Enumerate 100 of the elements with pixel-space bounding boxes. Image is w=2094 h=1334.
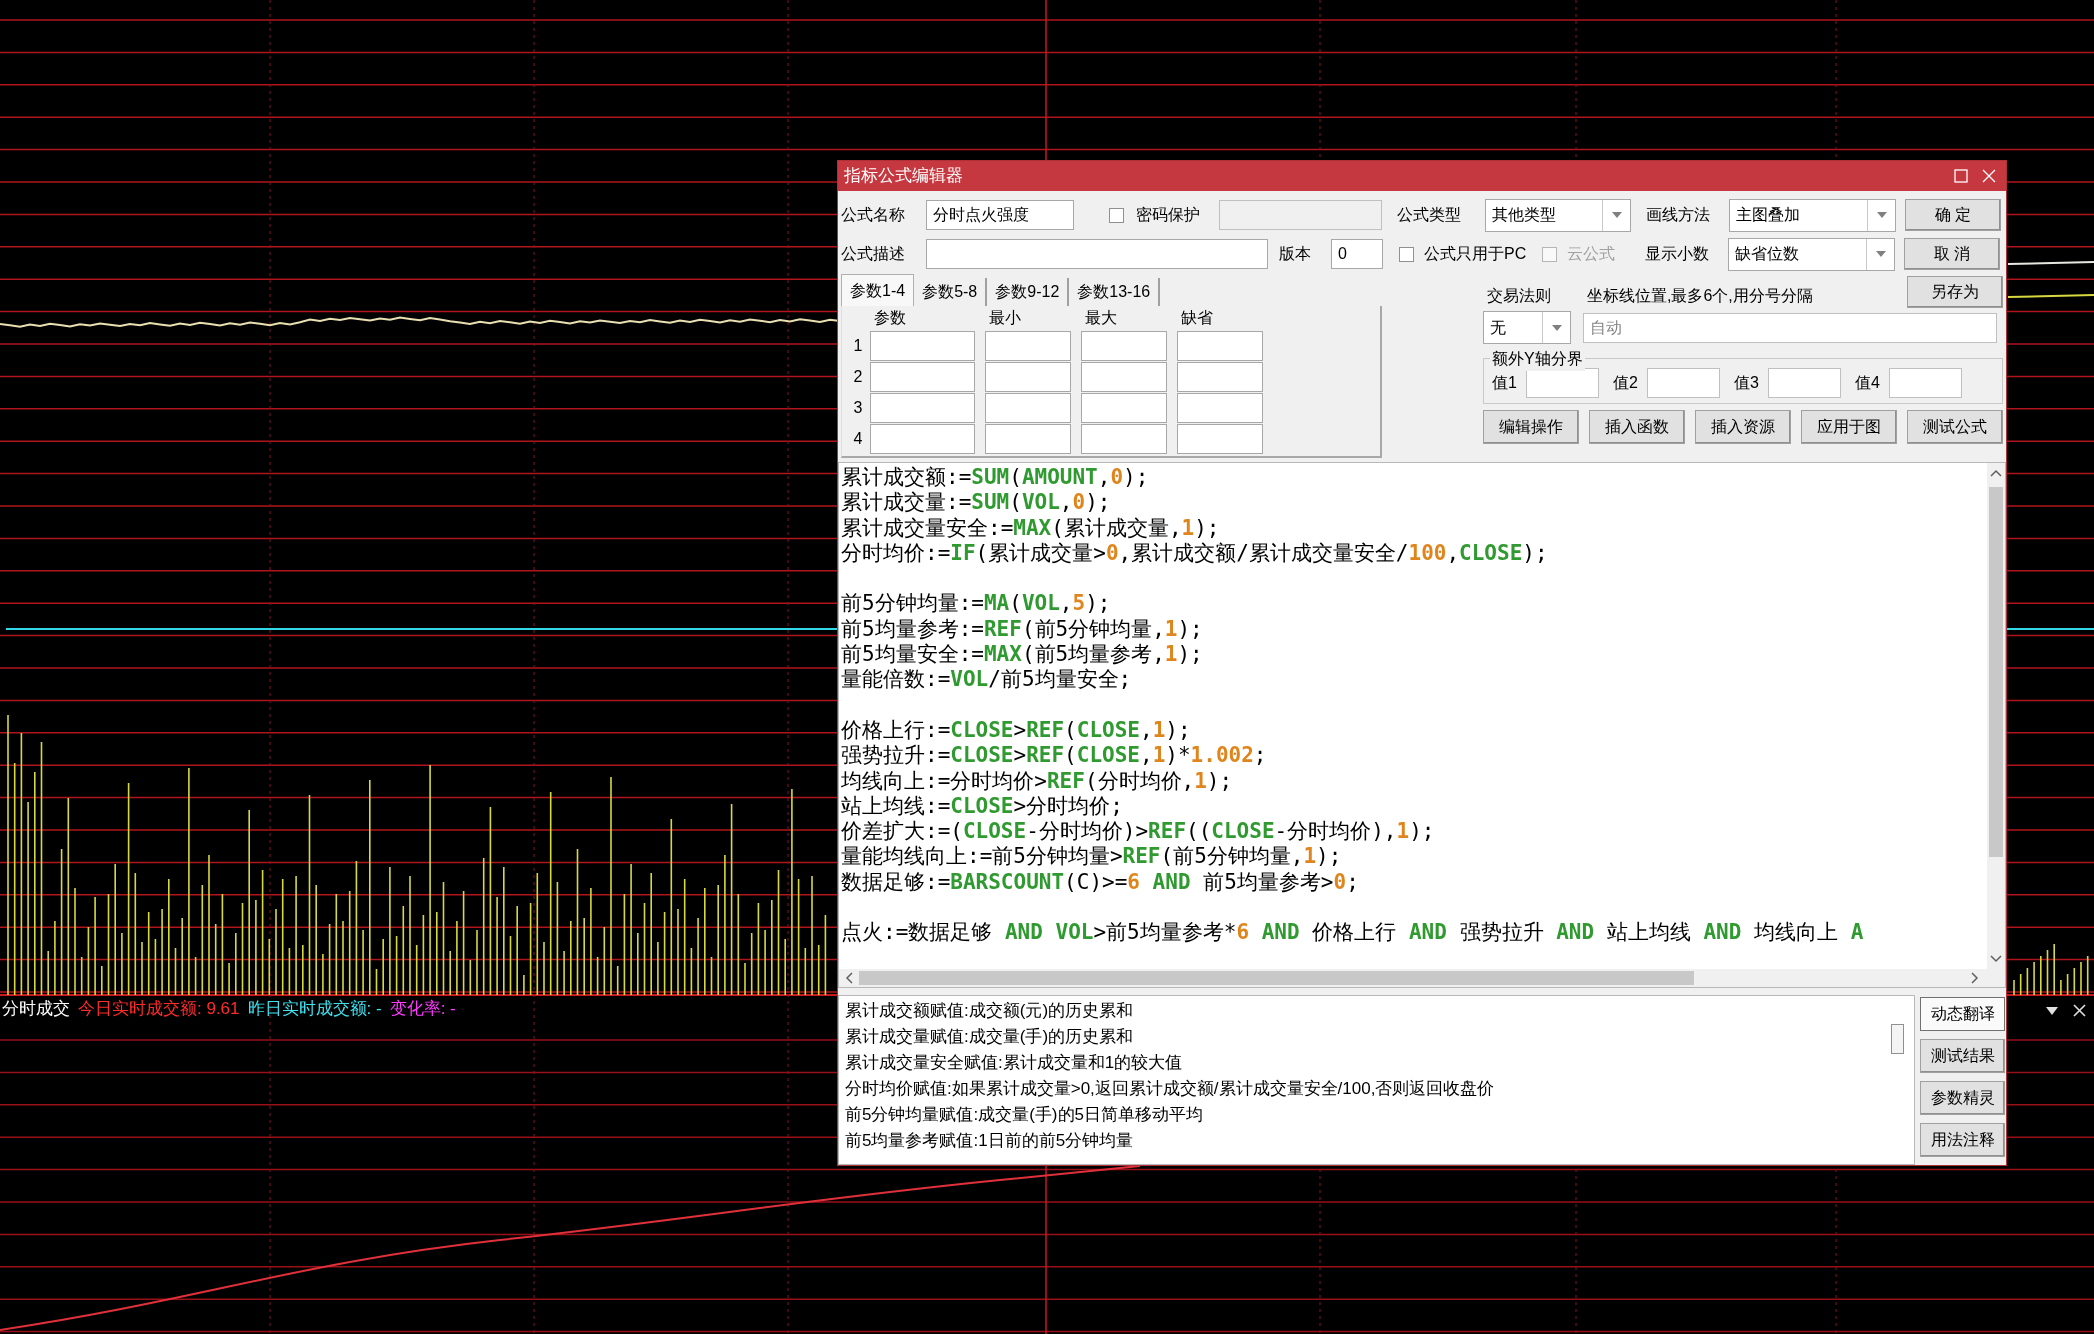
scroll-right-icon[interactable] [1971,972,1979,984]
param-input[interactable] [1081,423,1167,454]
save-as-button[interactable]: 另存为 [1907,276,2003,308]
scrollbar-thumb[interactable] [1891,1024,1904,1054]
scrollbar-thumb[interactable] [859,971,1694,985]
param-input[interactable] [985,361,1071,392]
field-label: 公式只用于PC [1424,244,1528,264]
trade-rule-dropdown[interactable]: 无 [1483,311,1571,344]
formula-type-dropdown[interactable]: 其他类型 [1485,198,1631,232]
field-label: 公式名称 [841,205,906,225]
code-line: 累计成交量安全:=MAX(累计成交量,1); [841,515,1221,541]
code-line: 量能均线向上:=前5分钟均量>REF(前5分钟均量,1); [841,844,1343,870]
caret-icon [1551,324,1562,331]
output-mode-button[interactable]: 参数精灵 [1920,1081,2005,1115]
param-input[interactable] [1177,361,1263,392]
param-input[interactable] [870,330,975,361]
param-input[interactable] [870,392,975,423]
row-number: 4 [852,428,864,449]
action-button[interactable]: 插入资源 [1695,410,1791,444]
field-label: 显示小数 [1645,244,1710,264]
action-button[interactable]: 应用于图 [1801,410,1897,444]
code-line: 点火:=数据足够 AND VOL>前5均量参考*6 AND 价格上行 AND 强势拉升 AND 站上均线 AND 均线向上 A [841,920,1865,946]
column-header: 最大 [1085,309,1117,326]
code-line: 累计成交量:=SUM(VOL,0); [841,490,1112,516]
legend-text: 变化率: - [389,998,456,1020]
description-field[interactable] [926,239,1268,269]
scroll-left-icon[interactable] [845,972,853,984]
caret-icon [1876,212,1887,218]
scrollbar-thumb[interactable] [1989,487,2003,857]
param-input[interactable] [1177,392,1263,423]
draw-method-dropdown[interactable]: 主图叠加 [1729,198,1896,232]
dropdown-value: 缺省位数 [1734,244,1800,264]
param-input[interactable] [985,392,1071,423]
axis-lines-field[interactable]: 自动 [1583,312,1997,343]
value-field[interactable] [1526,368,1599,398]
legend-text: 分时成交 [2,998,70,1020]
param-input[interactable] [1081,330,1167,361]
maximize-icon[interactable] [1954,169,1968,183]
field-label: 版本 [1279,244,1312,264]
dropdown-value: 其他类型 [1491,205,1557,225]
password-field[interactable] [1219,200,1382,230]
vertical-scrollbar[interactable] [1987,463,2005,969]
close-icon[interactable] [2073,1004,2086,1017]
dropdown-arrow-icon[interactable] [2046,1007,2058,1015]
field-label: 值3 [1734,373,1760,393]
checkbox[interactable] [1399,246,1414,262]
formula-name-field[interactable]: 分时点火强度 [926,200,1074,230]
action-button[interactable]: 插入函数 [1589,410,1685,444]
dropdown-value: 无 [1489,317,1507,338]
dropdown-value: 主图叠加 [1735,205,1801,225]
code-line: 前5分钟均量:=MA(VOL,5); [841,591,1112,617]
field-label: 画线方法 [1646,205,1711,225]
cancel-button[interactable]: 取 消 [1904,238,2000,270]
code-editor[interactable] [838,462,2006,988]
field-label: 值1 [1492,373,1518,393]
code-line: 价格上行:=CLOSE>REF(CLOSE,1); [841,717,1192,744]
param-input[interactable] [1081,361,1167,392]
caret-icon [1611,212,1622,218]
value-field[interactable] [1889,368,1962,398]
code-line: 前5均量参考:=REF(前5分钟均量,1); [841,616,1204,643]
scroll-up-icon[interactable] [1990,469,2002,477]
code-line: 量能倍数:=VOL/前5均量安全; [841,667,1133,693]
output-mode-button[interactable]: 用法注释 [1920,1123,2005,1157]
param-input[interactable] [1177,423,1263,454]
action-button[interactable]: 编辑操作 [1483,410,1579,444]
param-input[interactable] [870,423,975,454]
param-input[interactable] [1081,392,1167,423]
column-header: 最小 [989,309,1021,326]
param-input[interactable] [985,423,1071,454]
caret-icon [1875,251,1886,257]
row-number: 2 [852,366,864,387]
action-button[interactable]: 测试公式 [1907,410,2003,444]
row-number: 3 [852,397,864,418]
param-input[interactable] [985,330,1071,361]
scroll-down-icon[interactable] [1990,955,2002,963]
version-field[interactable]: 0 [1331,239,1383,269]
output-line: 前5分钟均量赋值:成交量(手)的5日简单移动平均 [845,1104,1204,1126]
code-line: 均线向上:=分时均价>REF(分时均价,1); [841,768,1234,794]
horizontal-scrollbar[interactable] [839,969,2005,987]
field-label: 公式类型 [1397,205,1462,225]
code-line: 数据足够:=BARSCOUNT(C)>=6 AND 前5均量参考>0; [841,869,1360,896]
output-line: 累计成交额赋值:成交额(元)的历史累和 [845,1000,1135,1022]
group-title: 额外Y轴分界 [1490,347,1585,371]
output-mode-button[interactable]: 动态翻译 [1920,997,2005,1031]
checkbox[interactable] [1109,207,1124,223]
field-label: 云公式 [1567,244,1616,264]
output-line: 累计成交量安全赋值:累计成交量和1的较大值 [845,1052,1184,1074]
value-field[interactable] [1768,368,1841,398]
legend-text: 昨日实时成交额: - [247,998,382,1020]
param-input[interactable] [1177,330,1263,361]
code-line: 累计成交额:=SUM(AMOUNT,0); [841,465,1150,491]
output-line: 前5均量参考赋值:1日前的前5分钟均量 [845,1130,1135,1152]
ok-button[interactable]: 确 定 [1905,199,2001,231]
param-input[interactable] [870,361,975,392]
output-mode-button[interactable]: 测试结果 [1920,1039,2005,1073]
field-label: 值2 [1613,373,1639,393]
value-field[interactable] [1647,368,1720,398]
decimals-dropdown[interactable]: 缺省位数 [1728,237,1895,271]
field-label: 密码保护 [1136,205,1201,225]
param-tab[interactable]: 参数1-4 [841,274,915,306]
